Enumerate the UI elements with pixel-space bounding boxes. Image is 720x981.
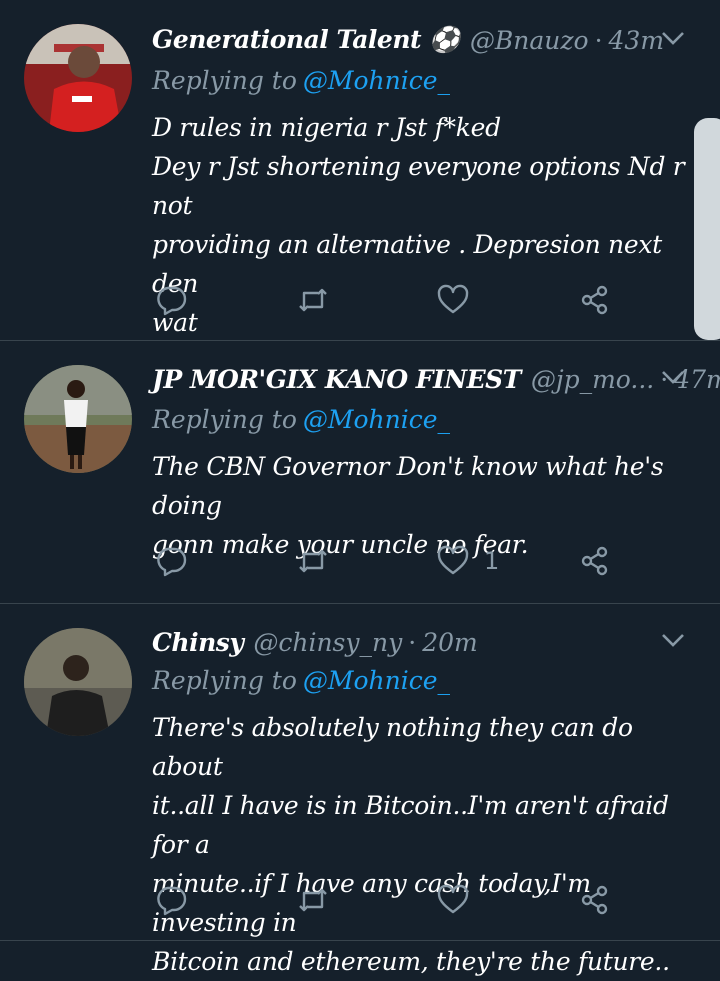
replying-label: Replying to (152, 66, 297, 95)
reply-button[interactable] (154, 280, 188, 320)
reply-icon (157, 547, 187, 577)
mention-link[interactable]: @Mohnice_ (303, 405, 450, 434)
like-button[interactable]: 1 (436, 541, 499, 581)
tweet-text-line: The CBN Governor Don't know what he's do… (152, 452, 664, 520)
replying-label: Replying to (152, 666, 297, 695)
display-name[interactable]: JP MOR'GIX KANO FINEST (152, 365, 521, 394)
separator-dot: · (594, 25, 603, 55)
retweet-button[interactable] (296, 541, 330, 581)
retweet-button[interactable] (296, 880, 330, 920)
like-button[interactable] (436, 280, 484, 320)
retweet-button[interactable] (296, 280, 330, 320)
avatar[interactable] (24, 365, 132, 473)
mention-link[interactable]: @Mohnice_ (303, 66, 450, 95)
like-count: 1 (484, 547, 500, 575)
timestamp[interactable]: 43m (609, 26, 665, 55)
like-icon (437, 884, 469, 914)
tweet-card[interactable]: Generational Talent ⚽ @Bnauzo · 43m Repl… (0, 0, 720, 341)
share-icon (581, 546, 608, 576)
avatar[interactable] (24, 24, 132, 132)
reply-button[interactable] (154, 880, 188, 920)
avatar[interactable] (24, 628, 132, 736)
timestamp[interactable]: 20m (422, 628, 478, 657)
replying-to: Replying to @Mohnice_ (152, 405, 450, 434)
separator-dot: · (408, 627, 417, 657)
like-icon (437, 284, 469, 314)
tweet-actions (152, 280, 622, 320)
user-handle[interactable]: @Bnauzo (470, 26, 589, 55)
retweet-icon (299, 888, 327, 912)
reply-icon (157, 286, 187, 316)
user-handle[interactable]: @chinsy_ny (253, 628, 402, 657)
share-button[interactable] (578, 880, 612, 920)
reply-button[interactable] (154, 541, 188, 581)
mention-link[interactable]: @Mohnice_ (303, 666, 450, 695)
tweet-text: There's absolutely nothing they can do a… (152, 708, 692, 981)
chevron-down-icon[interactable] (660, 630, 686, 650)
share-button[interactable] (578, 280, 612, 320)
tweet-text-line: it..all I have is in Bitcoin..I'm aren't… (152, 791, 669, 859)
tweet-card[interactable]: JP MOR'GIX KANO FINEST @jp_mo... · 47m R… (0, 341, 720, 604)
reply-icon (157, 886, 187, 916)
share-icon (581, 885, 608, 915)
retweet-icon (299, 288, 327, 312)
tweet-text-line: There's absolutely nothing they can do a… (152, 713, 633, 781)
display-name[interactable]: Generational Talent ⚽ (152, 25, 460, 55)
tweet-text-line: Dey r Jst shortening everyone options Nd… (152, 152, 685, 220)
replying-to: Replying to @Mohnice_ (152, 666, 450, 695)
tweet-card[interactable]: Chinsy @chinsy_ny · 20m Replying to @Mohn… (0, 604, 720, 976)
share-button[interactable] (578, 541, 612, 581)
tweet-actions (152, 880, 622, 920)
tweet-actions: 1 (152, 541, 622, 581)
tweet-text-line: D rules in nigeria r Jst f*ked (152, 113, 501, 142)
user-handle[interactable]: @jp_mo... (531, 365, 654, 394)
replying-label: Replying to (152, 405, 297, 434)
replying-to: Replying to @Mohnice_ (152, 66, 450, 95)
retweet-icon (299, 549, 327, 573)
like-icon (437, 545, 469, 575)
chevron-down-icon[interactable] (660, 28, 686, 48)
scroll-thumb[interactable] (694, 118, 720, 340)
like-button[interactable] (436, 880, 484, 920)
chevron-down-icon[interactable] (660, 367, 686, 387)
share-icon (581, 285, 608, 315)
display-name[interactable]: Chinsy (152, 628, 244, 657)
